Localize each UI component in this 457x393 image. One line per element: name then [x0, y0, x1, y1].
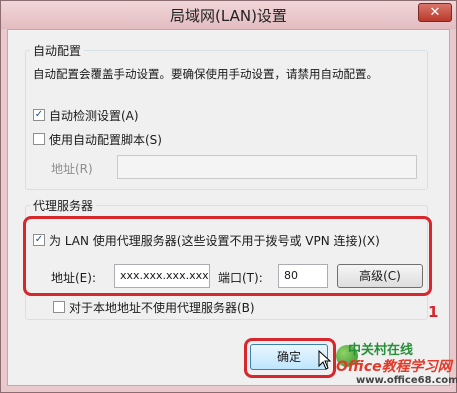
script-address-label: 地址(R)	[51, 162, 93, 176]
mouse-cursor-icon	[318, 350, 332, 370]
bypass-local-label: 对于本地地址不使用代理服务器(B)	[69, 301, 255, 315]
use-script-label: 使用自动配置脚本(S)	[49, 133, 162, 147]
auto-config-description: 自动配置会覆盖手动设置。要确保使用手动设置，请禁用自动配置。	[33, 67, 378, 81]
script-address-field[interactable]	[117, 155, 417, 179]
auto-detect-checkbox[interactable]: ✓	[33, 109, 45, 121]
site-watermark: 中关村在线 Office教程学习网 www.office68.com	[336, 339, 457, 391]
close-icon: ✕	[429, 5, 441, 20]
close-button[interactable]: ✕	[418, 3, 452, 22]
watermark-line-3: www.office68.com	[356, 375, 457, 386]
window-title: 局域网(LAN)设置	[170, 7, 287, 25]
bypass-local-checkbox[interactable]	[53, 301, 65, 313]
auto-config-heading: 自动配置	[30, 42, 85, 59]
watermark-line-2: Office教程学习网	[336, 359, 452, 375]
use-script-checkbox[interactable]	[33, 133, 45, 145]
proxy-highlight-box	[23, 216, 432, 296]
annotation-number: 1	[428, 303, 439, 321]
checkmark-icon: ✓	[34, 109, 44, 120]
proxy-heading: 代理服务器	[30, 197, 97, 214]
auto-detect-label: 自动检测设置(A)	[49, 109, 139, 123]
